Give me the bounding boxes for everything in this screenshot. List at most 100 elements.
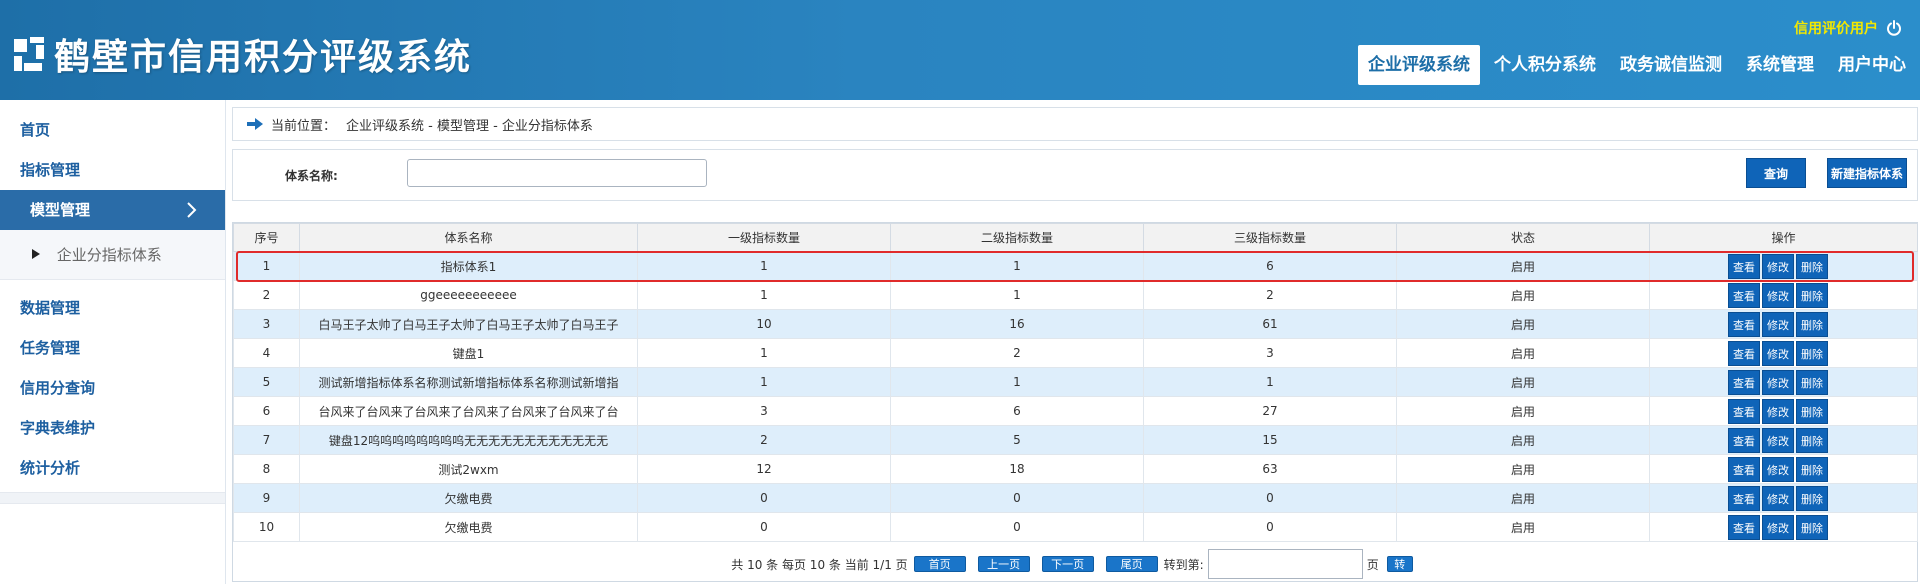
table-row: 4 键盘1 1 2 3 启用 查看 修改 删除 <box>233 338 1918 368</box>
user-name[interactable]: 信用评价用户 <box>1794 18 1878 38</box>
row-system-name: ggeeeeeeeeeee <box>299 280 638 310</box>
row-actions: 查看 修改 删除 <box>1649 425 1918 455</box>
delete-button[interactable]: 删除 <box>1796 369 1828 395</box>
view-button[interactable]: 查看 <box>1728 253 1760 279</box>
row-status: 启用 <box>1396 280 1650 310</box>
chevron-right-icon <box>187 202 197 218</box>
nav-system-management[interactable]: 系统管理 <box>1736 45 1824 85</box>
system-name-input[interactable] <box>407 159 707 187</box>
col-header-level3: 三级指标数量 <box>1143 223 1397 252</box>
edit-button[interactable]: 修改 <box>1762 456 1794 482</box>
delete-button[interactable]: 删除 <box>1796 427 1828 453</box>
edit-button[interactable]: 修改 <box>1762 427 1794 453</box>
delete-button[interactable]: 删除 <box>1796 398 1828 424</box>
nav-user-center[interactable]: 用户中心 <box>1828 45 1916 85</box>
edit-button[interactable]: 修改 <box>1762 514 1794 540</box>
index-system-table: 序号 体系名称 一级指标数量 二级指标数量 三级指标数量 状态 操作 1 指标体系… <box>232 222 1918 582</box>
edit-button[interactable]: 修改 <box>1762 340 1794 366</box>
row-status: 启用 <box>1396 396 1650 426</box>
sidebar: 首页 指标管理 模型管理 企业分指标体系 数据管理 任务管理 信用分查询 字典表… <box>0 100 226 584</box>
sidebar-item-statistics[interactable]: 统计分析 <box>0 448 225 488</box>
sidebar-item-task-management[interactable]: 任务管理 <box>0 328 225 368</box>
col-header-level2: 二级指标数量 <box>890 223 1144 252</box>
first-page-button[interactable]: 首页 <box>913 556 966 572</box>
edit-button[interactable]: 修改 <box>1762 253 1794 279</box>
edit-button[interactable]: 修改 <box>1762 485 1794 511</box>
sidebar-item-home[interactable]: 首页 <box>0 110 225 150</box>
row-number: 7 <box>233 425 300 455</box>
sidebar-item-credit-query[interactable]: 信用分查询 <box>0 368 225 408</box>
col-header-name: 体系名称 <box>299 223 638 252</box>
view-button[interactable]: 查看 <box>1728 311 1760 337</box>
goto-page-input[interactable] <box>1207 549 1363 579</box>
new-index-system-button[interactable]: 新建指标体系 <box>1827 158 1907 188</box>
view-button[interactable]: 查看 <box>1728 369 1760 395</box>
breadcrumb: 当前位置： 企业评级系统 - 模型管理 - 企业分指标体系 <box>232 107 1918 141</box>
row-actions: 查看 修改 删除 <box>1649 454 1918 484</box>
sidebar-subitem-enterprise-index-system[interactable]: 企业分指标体系 <box>0 230 225 280</box>
delete-button[interactable]: 删除 <box>1796 311 1828 337</box>
sidebar-item-dictionary[interactable]: 字典表维护 <box>0 408 225 448</box>
row-level3-count: 27 <box>1143 396 1397 426</box>
col-header-no: 序号 <box>233 223 300 252</box>
nav-government-integrity[interactable]: 政务诚信监测 <box>1610 45 1732 85</box>
table-row: 1 指标体系1 1 1 6 启用 查看 修改 删除 <box>233 251 1918 281</box>
table-row: 9 欠缴电费 0 0 0 启用 查看 修改 删除 <box>233 483 1918 513</box>
row-status: 启用 <box>1396 251 1650 281</box>
edit-button[interactable]: 修改 <box>1762 311 1794 337</box>
go-button[interactable]: 转 <box>1386 556 1413 572</box>
last-page-button[interactable]: 尾页 <box>1105 556 1158 572</box>
row-level3-count: 0 <box>1143 483 1397 513</box>
delete-button[interactable]: 删除 <box>1796 456 1828 482</box>
table-row: 3 白马王子太帅了白马王子太帅了白马王子太帅了白马王子 10 16 61 启用 查看 修改 删除 <box>233 309 1918 339</box>
row-level3-count: 15 <box>1143 425 1397 455</box>
row-system-name: 键盘1 <box>299 338 638 368</box>
delete-button[interactable]: 删除 <box>1796 485 1828 511</box>
row-level3-count: 6 <box>1143 251 1397 281</box>
delete-button[interactable]: 删除 <box>1796 514 1828 540</box>
row-level1-count: 0 <box>637 512 891 542</box>
triangle-right-icon <box>32 249 40 259</box>
row-status: 启用 <box>1396 367 1650 397</box>
delete-button[interactable]: 删除 <box>1796 282 1828 308</box>
row-status: 启用 <box>1396 454 1650 484</box>
col-header-actions: 操作 <box>1649 223 1918 252</box>
view-button[interactable]: 查看 <box>1728 282 1760 308</box>
next-page-button[interactable]: 下一页 <box>1041 556 1094 572</box>
row-level1-count: 10 <box>637 309 891 339</box>
view-button[interactable]: 查看 <box>1728 427 1760 453</box>
power-icon[interactable] <box>1886 20 1902 36</box>
edit-button[interactable]: 修改 <box>1762 398 1794 424</box>
view-button[interactable]: 查看 <box>1728 340 1760 366</box>
sidebar-item-model-management[interactable]: 模型管理 <box>0 190 225 230</box>
nav-enterprise-rating[interactable]: 企业评级系统 <box>1358 45 1480 85</box>
view-button[interactable]: 查看 <box>1728 514 1760 540</box>
view-button[interactable]: 查看 <box>1728 398 1760 424</box>
top-header: 鹤壁市信用积分评级系统 信用评价用户 企业评级系统 个人积分系统 政务诚信监测 … <box>0 0 1920 100</box>
row-system-name: 欠缴电费 <box>299 483 638 513</box>
edit-button[interactable]: 修改 <box>1762 282 1794 308</box>
row-number: 3 <box>233 309 300 339</box>
row-system-name: 白马王子太帅了白马王子太帅了白马王子太帅了白马王子 <box>299 309 638 339</box>
logo: 鹤壁市信用积分评级系统 <box>12 28 472 80</box>
delete-button[interactable]: 删除 <box>1796 340 1828 366</box>
sidebar-item-indicator-management[interactable]: 指标管理 <box>0 150 225 190</box>
delete-button[interactable]: 删除 <box>1796 253 1828 279</box>
row-level1-count: 2 <box>637 425 891 455</box>
sidebar-item-data-management[interactable]: 数据管理 <box>0 288 225 328</box>
row-level3-count: 61 <box>1143 309 1397 339</box>
sidebar-divider <box>0 492 225 504</box>
row-level1-count: 1 <box>637 367 891 397</box>
view-button[interactable]: 查看 <box>1728 456 1760 482</box>
nav-personal-score[interactable]: 个人积分系统 <box>1484 45 1606 85</box>
sidebar-subitem-label: 企业分指标体系 <box>56 246 162 264</box>
prev-page-button[interactable]: 上一页 <box>977 556 1030 572</box>
view-button[interactable]: 查看 <box>1728 485 1760 511</box>
row-level2-count: 0 <box>890 512 1144 542</box>
row-status: 启用 <box>1396 309 1650 339</box>
edit-button[interactable]: 修改 <box>1762 369 1794 395</box>
table-header-row: 序号 体系名称 一级指标数量 二级指标数量 三级指标数量 状态 操作 <box>233 223 1918 252</box>
query-button[interactable]: 查询 <box>1746 158 1806 188</box>
row-system-name: 测试新增指标体系名称测试新增指标体系名称测试新增指 <box>299 367 638 397</box>
row-level2-count: 2 <box>890 338 1144 368</box>
